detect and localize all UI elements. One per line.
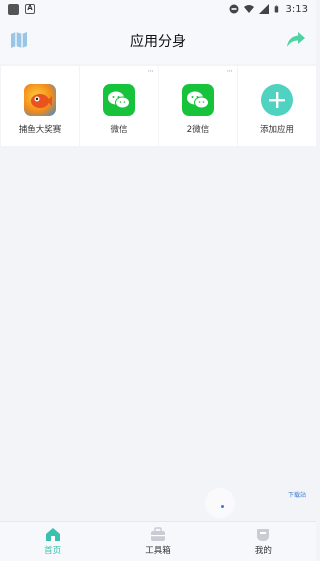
profile-icon (257, 529, 270, 541)
battery-icon (274, 5, 278, 13)
app-tile-fishing-game[interactable]: 捕鱼大奖赛 (1, 66, 79, 146)
bottom-tab-bar: 首页 工具箱 我的 (0, 521, 316, 561)
app-tile-wechat-2[interactable]: ··· 2微信 (159, 66, 237, 146)
tab-label: 首页 (44, 546, 62, 556)
plus-icon (261, 84, 293, 116)
toolbox-icon (150, 527, 165, 541)
wechat-icon (182, 84, 214, 116)
a-notification-icon: A (25, 4, 35, 14)
tab-label: 工具箱 (145, 546, 171, 556)
app-label: 添加应用 (259, 125, 294, 135)
status-time: 3:13 (285, 3, 308, 15)
tab-toolbox[interactable]: 工具箱 (105, 522, 210, 561)
status-bar-right: 3:13 (229, 4, 308, 15)
home-icon (45, 528, 60, 541)
signal-icon (258, 4, 269, 14)
app-label: 捕鱼大奖赛 (18, 125, 62, 135)
app-label: 微信 (110, 125, 128, 135)
watermark-logo-icon (205, 488, 235, 518)
status-bar-left: A (8, 3, 35, 15)
wifi-icon (243, 5, 254, 13)
wechat-icon (103, 84, 135, 116)
more-options-icon[interactable]: ··· (226, 68, 233, 77)
app-label: 2微信 (186, 125, 210, 135)
app-header: 应用分身 (0, 18, 316, 64)
app-tile-wechat[interactable]: ··· 微信 (80, 66, 158, 146)
ad-download-link[interactable]: 下载站 (288, 490, 306, 499)
share-icon[interactable] (286, 31, 306, 49)
page-title: 应用分身 (130, 34, 186, 50)
app-grid: 捕鱼大奖赛 ··· 微信 ··· 2微信 添加应用 (1, 66, 316, 146)
add-app-tile[interactable]: 添加应用 (238, 66, 316, 146)
fish-game-icon (24, 84, 56, 116)
tab-label: 我的 (254, 546, 272, 556)
more-options-icon[interactable]: ··· (147, 68, 154, 77)
do-not-disturb-icon (229, 4, 239, 14)
app-notification-icon (8, 3, 19, 15)
tab-home[interactable]: 首页 (0, 522, 105, 561)
map-icon[interactable] (10, 31, 28, 49)
indicator-dot (221, 505, 224, 508)
status-bar: A 3:13 (0, 0, 316, 18)
tab-profile[interactable]: 我的 (211, 522, 316, 561)
